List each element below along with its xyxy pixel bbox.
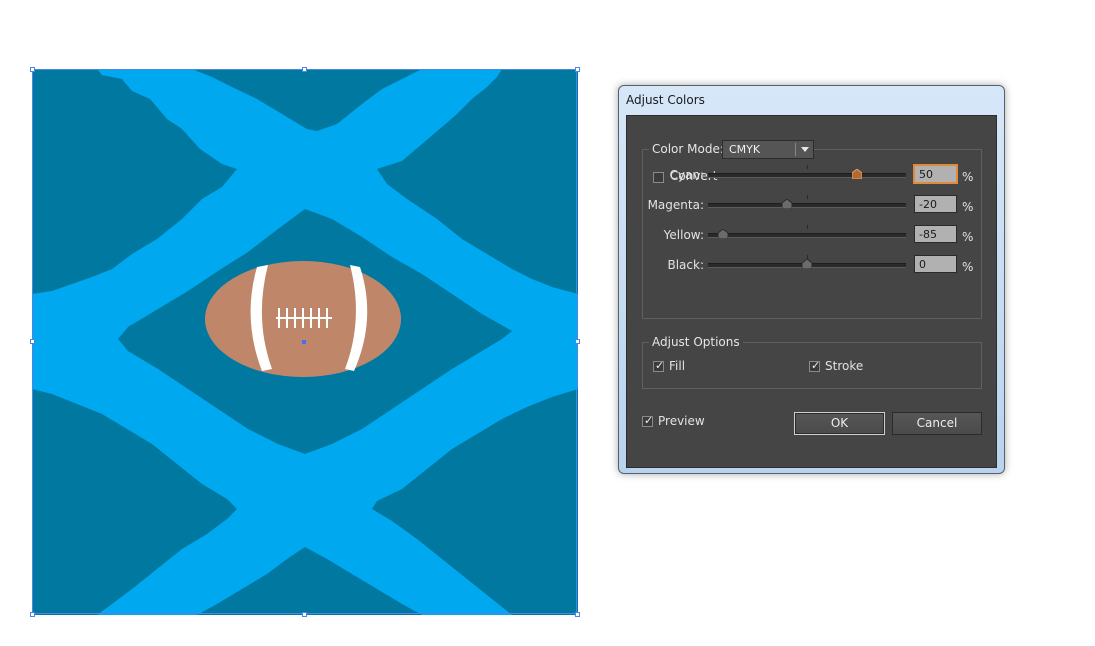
stroke-label: Stroke (825, 359, 864, 373)
slider-label-0: Cyan: (669, 168, 704, 182)
handle-bottom-center[interactable] (302, 612, 307, 617)
handle-top-left[interactable] (30, 67, 35, 72)
color-mode-group: Color Mode: CMYK Convert Cyan: 50% Magenta… (642, 140, 982, 319)
handle-top-center[interactable] (302, 67, 307, 72)
chevron-down-icon (801, 147, 809, 152)
handle-middle-right[interactable] (575, 339, 580, 344)
adjust-options-label: Adjust Options (649, 335, 743, 349)
slider-center-tick (807, 225, 808, 229)
fill-checkbox[interactable]: ✓ (653, 359, 665, 372)
center-point (302, 340, 306, 344)
slider-value-field-1[interactable]: -20 (914, 195, 957, 213)
handle-top-right[interactable] (575, 67, 580, 72)
fill-label: Fill (669, 359, 686, 373)
percent-sign: % (962, 170, 974, 184)
checkmark-icon: ✓ (655, 359, 665, 372)
slider-center-tick (807, 195, 808, 199)
percent-sign: % (962, 200, 974, 214)
ok-button[interactable]: OK (794, 412, 885, 435)
color-mode-label: Color Mode: (649, 142, 727, 156)
adjust-colors-dialog: Adjust Colors Color Mode: CMYK Convert C… (618, 85, 1005, 474)
dialog-title: Adjust Colors (626, 93, 705, 107)
handle-bottom-right[interactable] (575, 612, 580, 617)
select-separator (795, 143, 796, 156)
football-icon (205, 261, 401, 377)
slider-label-1: Magenta: (647, 198, 704, 212)
slider-value-field-3[interactable]: 0 (914, 255, 957, 273)
slider-value-field-0[interactable]: 50 (914, 165, 957, 183)
handle-middle-left[interactable] (30, 339, 35, 344)
checkmark-icon: ✓ (811, 359, 821, 372)
slider-label-2: Yellow: (663, 228, 704, 242)
slider-track-1[interactable] (708, 203, 906, 208)
handle-bottom-left[interactable] (30, 612, 35, 617)
preview-checkbox[interactable]: ✓ (642, 414, 654, 427)
preview-label: Preview (658, 414, 705, 428)
stroke-checkbox[interactable]: ✓ (809, 359, 821, 372)
color-mode-select[interactable]: CMYK (722, 140, 814, 159)
adjust-options-group: Adjust Options ✓ Fill ✓ Stroke (642, 335, 982, 389)
checkmark-icon: ✓ (644, 414, 654, 427)
dialog-body: Color Mode: CMYK Convert Cyan: 50% Magenta… (626, 115, 997, 468)
percent-sign: % (962, 260, 974, 274)
color-mode-value: CMYK (729, 143, 761, 156)
slider-track-2[interactable] (708, 233, 906, 238)
percent-sign: % (962, 230, 974, 244)
slider-center-tick (807, 165, 808, 169)
slider-track-0[interactable] (708, 173, 906, 178)
cancel-button[interactable]: Cancel (892, 412, 982, 435)
slider-label-3: Black: (667, 258, 704, 272)
slider-value-field-2[interactable]: -85 (914, 225, 957, 243)
